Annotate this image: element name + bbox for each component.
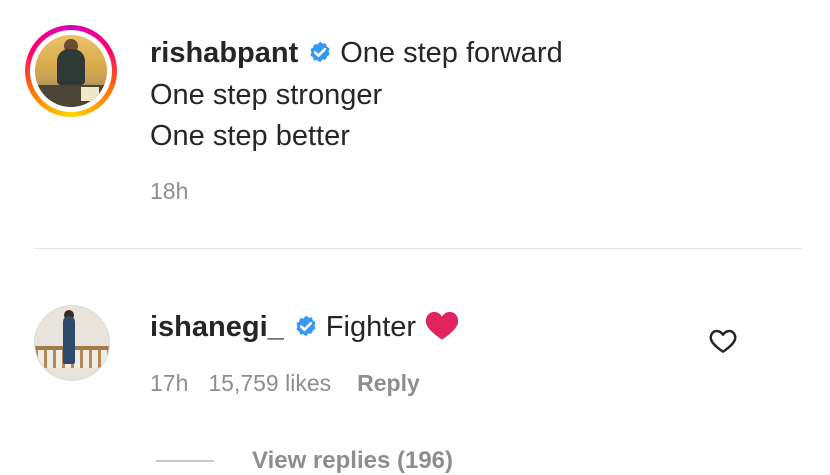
view-replies-line: [156, 460, 214, 462]
caption-line-1: One step forward: [340, 37, 563, 69]
reply-button[interactable]: Reply: [357, 370, 420, 396]
caption-line-3: One step better: [150, 120, 350, 152]
post-username[interactable]: rishabpant: [150, 37, 298, 69]
comment-text: Fighter: [325, 311, 417, 343]
divider: [34, 248, 802, 249]
verified-icon: [310, 41, 330, 63]
comment-username[interactable]: ishanegi_: [150, 311, 284, 343]
heart-outline-icon[interactable]: [708, 326, 738, 356]
commenter-avatar[interactable]: [34, 305, 110, 381]
comment-likes[interactable]: 15,759 likes: [208, 370, 331, 396]
comment-row: ishanegi_ Fighter: [150, 309, 460, 344]
avatar-photo: [35, 35, 107, 107]
view-replies-button[interactable]: View replies (196): [252, 447, 453, 475]
red-heart-emoji-icon: [425, 311, 459, 340]
post-caption-row: rishabpant One step forward: [150, 37, 563, 70]
post-author-avatar[interactable]: [25, 25, 117, 117]
caption-line-2: One step stronger: [150, 79, 383, 111]
comment-timestamp: 17h: [150, 370, 189, 396]
verified-icon: [296, 315, 316, 337]
comment-meta: 17h 15,759 likes Reply: [150, 370, 420, 397]
post-timestamp: 18h: [150, 178, 189, 204]
